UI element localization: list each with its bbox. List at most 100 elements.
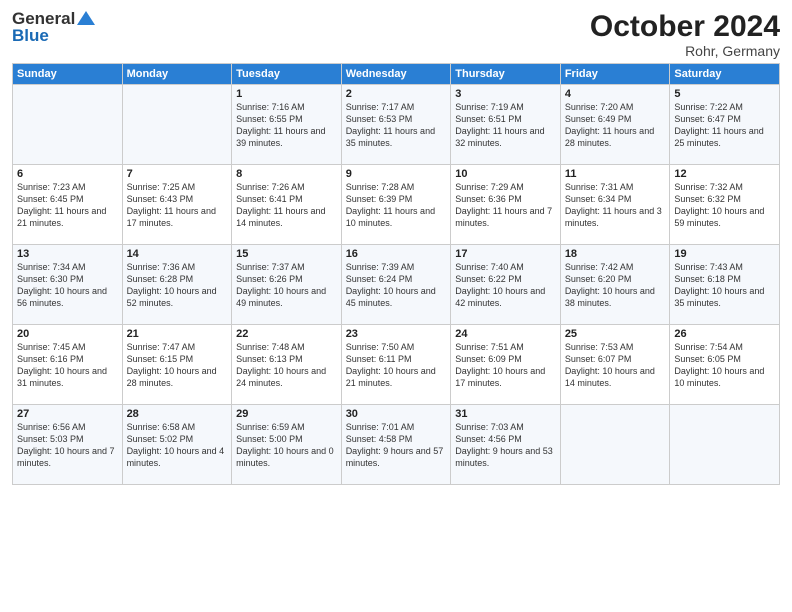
day-number: 8 [236,168,337,180]
day-info: Sunrise: 7:53 AM Sunset: 6:07 PM Dayligh… [565,341,666,390]
calendar-cell: 7Sunrise: 7:25 AM Sunset: 6:43 PM Daylig… [122,165,232,245]
day-info: Sunrise: 7:25 AM Sunset: 6:43 PM Dayligh… [127,181,228,230]
calendar-week-5: 27Sunrise: 6:56 AM Sunset: 5:03 PM Dayli… [13,405,780,485]
calendar-cell: 2Sunrise: 7:17 AM Sunset: 6:53 PM Daylig… [341,85,451,165]
logo-icon [77,11,95,25]
calendar-cell [13,85,123,165]
calendar-cell: 9Sunrise: 7:28 AM Sunset: 6:39 PM Daylig… [341,165,451,245]
location: Rohr, Germany [590,43,780,59]
day-number: 13 [17,248,118,260]
main-container: General Blue October 2024 Rohr, Germany … [0,0,792,493]
header-day-monday: Monday [122,64,232,85]
day-info: Sunrise: 7:36 AM Sunset: 6:28 PM Dayligh… [127,261,228,310]
day-number: 2 [346,88,447,100]
header-row: General Blue October 2024 Rohr, Germany [12,10,780,59]
day-number: 11 [565,168,666,180]
calendar-cell: 14Sunrise: 7:36 AM Sunset: 6:28 PM Dayli… [122,245,232,325]
day-info: Sunrise: 7:26 AM Sunset: 6:41 PM Dayligh… [236,181,337,230]
day-info: Sunrise: 6:58 AM Sunset: 5:02 PM Dayligh… [127,421,228,470]
day-info: Sunrise: 7:48 AM Sunset: 6:13 PM Dayligh… [236,341,337,390]
calendar-cell: 8Sunrise: 7:26 AM Sunset: 6:41 PM Daylig… [232,165,342,245]
calendar-cell: 24Sunrise: 7:51 AM Sunset: 6:09 PM Dayli… [451,325,561,405]
calendar-cell: 20Sunrise: 7:45 AM Sunset: 6:16 PM Dayli… [13,325,123,405]
day-info: Sunrise: 7:45 AM Sunset: 6:16 PM Dayligh… [17,341,118,390]
header-day-sunday: Sunday [13,64,123,85]
calendar-cell: 19Sunrise: 7:43 AM Sunset: 6:18 PM Dayli… [670,245,780,325]
calendar-cell: 1Sunrise: 7:16 AM Sunset: 6:55 PM Daylig… [232,85,342,165]
calendar-week-2: 6Sunrise: 7:23 AM Sunset: 6:45 PM Daylig… [13,165,780,245]
day-number: 6 [17,168,118,180]
day-number: 31 [455,408,556,420]
calendar-cell: 4Sunrise: 7:20 AM Sunset: 6:49 PM Daylig… [560,85,670,165]
day-info: Sunrise: 7:51 AM Sunset: 6:09 PM Dayligh… [455,341,556,390]
day-info: Sunrise: 7:17 AM Sunset: 6:53 PM Dayligh… [346,101,447,150]
day-number: 7 [127,168,228,180]
day-info: Sunrise: 7:50 AM Sunset: 6:11 PM Dayligh… [346,341,447,390]
calendar-cell: 28Sunrise: 6:58 AM Sunset: 5:02 PM Dayli… [122,405,232,485]
day-info: Sunrise: 7:19 AM Sunset: 6:51 PM Dayligh… [455,101,556,150]
day-info: Sunrise: 7:16 AM Sunset: 6:55 PM Dayligh… [236,101,337,150]
day-number: 18 [565,248,666,260]
day-info: Sunrise: 7:37 AM Sunset: 6:26 PM Dayligh… [236,261,337,310]
day-number: 17 [455,248,556,260]
day-number: 15 [236,248,337,260]
calendar-cell: 25Sunrise: 7:53 AM Sunset: 6:07 PM Dayli… [560,325,670,405]
day-number: 5 [674,88,775,100]
month-title: October 2024 [590,10,780,43]
title-block: October 2024 Rohr, Germany [590,10,780,59]
calendar-cell: 17Sunrise: 7:40 AM Sunset: 6:22 PM Dayli… [451,245,561,325]
day-info: Sunrise: 7:31 AM Sunset: 6:34 PM Dayligh… [565,181,666,230]
calendar-cell: 6Sunrise: 7:23 AM Sunset: 6:45 PM Daylig… [13,165,123,245]
calendar-cell: 16Sunrise: 7:39 AM Sunset: 6:24 PM Dayli… [341,245,451,325]
day-info: Sunrise: 7:54 AM Sunset: 6:05 PM Dayligh… [674,341,775,390]
day-info: Sunrise: 7:39 AM Sunset: 6:24 PM Dayligh… [346,261,447,310]
day-info: Sunrise: 7:22 AM Sunset: 6:47 PM Dayligh… [674,101,775,150]
day-info: Sunrise: 7:40 AM Sunset: 6:22 PM Dayligh… [455,261,556,310]
day-number: 29 [236,408,337,420]
calendar-cell: 3Sunrise: 7:19 AM Sunset: 6:51 PM Daylig… [451,85,561,165]
day-info: Sunrise: 7:29 AM Sunset: 6:36 PM Dayligh… [455,181,556,230]
day-info: Sunrise: 7:47 AM Sunset: 6:15 PM Dayligh… [127,341,228,390]
calendar-week-3: 13Sunrise: 7:34 AM Sunset: 6:30 PM Dayli… [13,245,780,325]
day-number: 14 [127,248,228,260]
calendar-cell: 18Sunrise: 7:42 AM Sunset: 6:20 PM Dayli… [560,245,670,325]
day-info: Sunrise: 7:42 AM Sunset: 6:20 PM Dayligh… [565,261,666,310]
calendar-cell: 27Sunrise: 6:56 AM Sunset: 5:03 PM Dayli… [13,405,123,485]
day-info: Sunrise: 7:43 AM Sunset: 6:18 PM Dayligh… [674,261,775,310]
calendar-cell [122,85,232,165]
day-info: Sunrise: 7:32 AM Sunset: 6:32 PM Dayligh… [674,181,775,230]
calendar-table: SundayMondayTuesdayWednesdayThursdayFrid… [12,63,780,485]
day-number: 28 [127,408,228,420]
day-number: 21 [127,328,228,340]
calendar-week-4: 20Sunrise: 7:45 AM Sunset: 6:16 PM Dayli… [13,325,780,405]
day-info: Sunrise: 7:03 AM Sunset: 4:56 PM Dayligh… [455,421,556,470]
calendar-cell: 29Sunrise: 6:59 AM Sunset: 5:00 PM Dayli… [232,405,342,485]
day-info: Sunrise: 7:20 AM Sunset: 6:49 PM Dayligh… [565,101,666,150]
calendar-cell: 10Sunrise: 7:29 AM Sunset: 6:36 PM Dayli… [451,165,561,245]
day-number: 23 [346,328,447,340]
day-number: 20 [17,328,118,340]
day-number: 24 [455,328,556,340]
calendar-cell: 13Sunrise: 7:34 AM Sunset: 6:30 PM Dayli… [13,245,123,325]
day-number: 25 [565,328,666,340]
calendar-cell: 30Sunrise: 7:01 AM Sunset: 4:58 PM Dayli… [341,405,451,485]
day-number: 9 [346,168,447,180]
header-day-saturday: Saturday [670,64,780,85]
calendar-cell [560,405,670,485]
calendar-cell: 15Sunrise: 7:37 AM Sunset: 6:26 PM Dayli… [232,245,342,325]
calendar-cell: 21Sunrise: 7:47 AM Sunset: 6:15 PM Dayli… [122,325,232,405]
day-number: 26 [674,328,775,340]
calendar-cell: 5Sunrise: 7:22 AM Sunset: 6:47 PM Daylig… [670,85,780,165]
calendar-cell: 26Sunrise: 7:54 AM Sunset: 6:05 PM Dayli… [670,325,780,405]
day-info: Sunrise: 7:34 AM Sunset: 6:30 PM Dayligh… [17,261,118,310]
day-number: 12 [674,168,775,180]
day-number: 27 [17,408,118,420]
calendar-week-1: 1Sunrise: 7:16 AM Sunset: 6:55 PM Daylig… [13,85,780,165]
header-day-thursday: Thursday [451,64,561,85]
day-info: Sunrise: 6:56 AM Sunset: 5:03 PM Dayligh… [17,421,118,470]
day-info: Sunrise: 6:59 AM Sunset: 5:00 PM Dayligh… [236,421,337,470]
logo-blue-text: Blue [12,27,49,44]
logo-general-text: General [12,10,75,27]
day-number: 16 [346,248,447,260]
calendar-header: SundayMondayTuesdayWednesdayThursdayFrid… [13,64,780,85]
